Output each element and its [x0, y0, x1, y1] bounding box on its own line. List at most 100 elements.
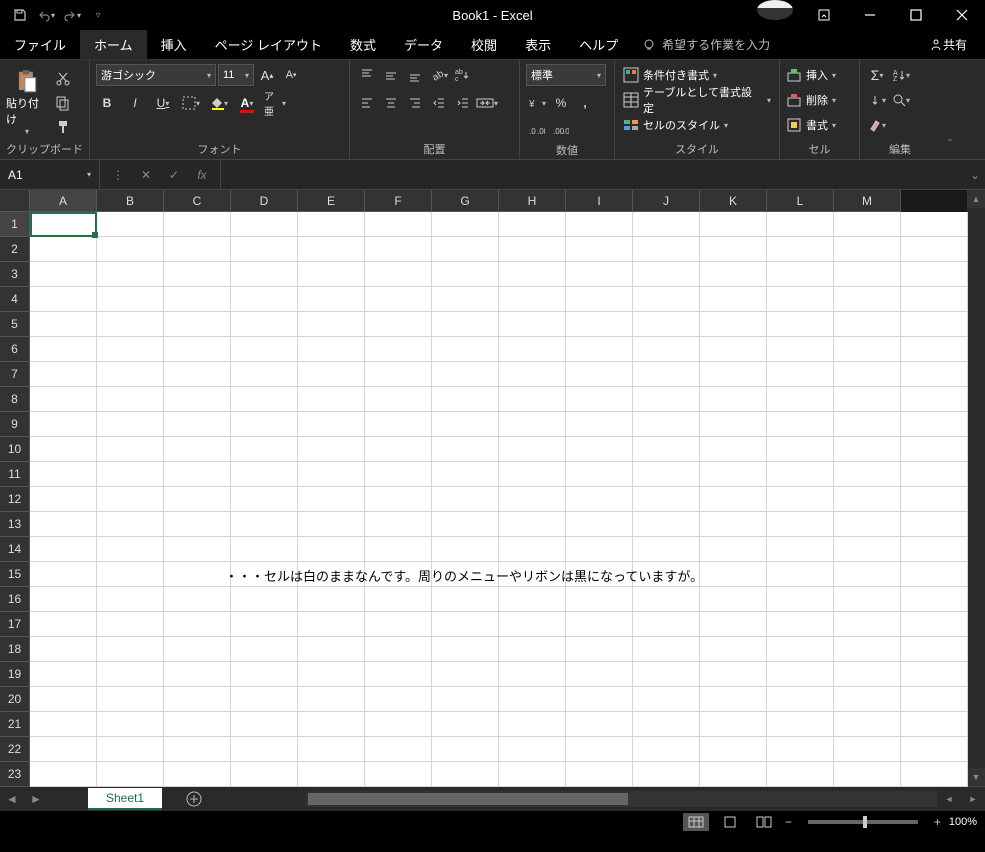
- cell[interactable]: [164, 587, 231, 612]
- zoom-in-button[interactable]: +: [934, 815, 941, 829]
- cell[interactable]: [97, 462, 164, 487]
- cell[interactable]: [834, 512, 901, 537]
- cell[interactable]: [633, 337, 700, 362]
- cell[interactable]: [700, 512, 767, 537]
- comma-icon[interactable]: ,: [574, 92, 596, 114]
- cell[interactable]: [164, 637, 231, 662]
- cell[interactable]: [432, 362, 499, 387]
- conditional-format-button[interactable]: 条件付き書式▾: [621, 64, 719, 86]
- cell[interactable]: [30, 687, 97, 712]
- cell[interactable]: [432, 737, 499, 762]
- cell[interactable]: [30, 487, 97, 512]
- cell[interactable]: [231, 412, 298, 437]
- decrease-decimal-icon[interactable]: .00.0: [550, 120, 572, 142]
- cell[interactable]: [499, 437, 566, 462]
- cell[interactable]: [901, 212, 968, 237]
- cell[interactable]: [834, 337, 901, 362]
- cell[interactable]: [700, 362, 767, 387]
- ribbon-options-icon[interactable]: [801, 0, 847, 30]
- cell[interactable]: [164, 562, 231, 587]
- cell[interactable]: [499, 537, 566, 562]
- cell[interactable]: [767, 762, 834, 787]
- cell[interactable]: [365, 412, 432, 437]
- cell[interactable]: [97, 262, 164, 287]
- cell[interactable]: [30, 587, 97, 612]
- cell[interactable]: [901, 537, 968, 562]
- cell[interactable]: [767, 712, 834, 737]
- cell-styles-button[interactable]: セルのスタイル▾: [621, 114, 730, 136]
- autosum-icon[interactable]: Σ▾: [866, 64, 888, 86]
- cell[interactable]: [566, 487, 633, 512]
- cell[interactable]: [365, 212, 432, 237]
- cell[interactable]: [901, 337, 968, 362]
- cell[interactable]: [834, 487, 901, 512]
- cell[interactable]: [700, 262, 767, 287]
- row-header[interactable]: 18: [0, 637, 30, 662]
- zoom-slider[interactable]: [808, 820, 918, 824]
- cell[interactable]: [901, 487, 968, 512]
- cell[interactable]: [566, 662, 633, 687]
- cells-container[interactable]: ・・・セルは白のままなんです。周りのメニューやリボンは黒になっていますが。: [30, 212, 967, 787]
- fill-handle[interactable]: [92, 232, 98, 238]
- row-header[interactable]: 17: [0, 612, 30, 637]
- cell[interactable]: [231, 387, 298, 412]
- cell[interactable]: [231, 687, 298, 712]
- cell[interactable]: [633, 487, 700, 512]
- cell[interactable]: [834, 412, 901, 437]
- cell[interactable]: [834, 712, 901, 737]
- cell[interactable]: [633, 387, 700, 412]
- cell[interactable]: [97, 737, 164, 762]
- paste-button[interactable]: 貼り付け ▾: [6, 66, 48, 140]
- row-header[interactable]: 21: [0, 712, 30, 737]
- cell[interactable]: [834, 362, 901, 387]
- cell[interactable]: [566, 637, 633, 662]
- row-header[interactable]: 23: [0, 762, 30, 787]
- cell[interactable]: [432, 687, 499, 712]
- delete-cells-button[interactable]: 削除▾: [786, 89, 836, 111]
- collapse-ribbon-icon[interactable]: ˆ: [940, 133, 960, 155]
- borders-icon[interactable]: ▾: [180, 92, 202, 114]
- cell[interactable]: [566, 712, 633, 737]
- macro-icon[interactable]: ⋮: [104, 161, 132, 189]
- indent-decrease-icon[interactable]: [428, 92, 450, 114]
- cell[interactable]: [834, 762, 901, 787]
- cell[interactable]: [633, 762, 700, 787]
- cell[interactable]: [767, 387, 834, 412]
- cell[interactable]: [432, 662, 499, 687]
- cell[interactable]: [566, 537, 633, 562]
- cell[interactable]: [97, 712, 164, 737]
- cell[interactable]: [30, 462, 97, 487]
- cell[interactable]: [499, 337, 566, 362]
- format-cells-button[interactable]: 書式▾: [786, 114, 836, 136]
- cell[interactable]: [164, 237, 231, 262]
- cell[interactable]: [901, 237, 968, 262]
- cell[interactable]: [164, 262, 231, 287]
- zoom-out-button[interactable]: −: [785, 815, 792, 829]
- cell[interactable]: [231, 762, 298, 787]
- align-top-icon[interactable]: [356, 64, 378, 86]
- cell[interactable]: [231, 537, 298, 562]
- cell[interactable]: [901, 762, 968, 787]
- cell[interactable]: [901, 387, 968, 412]
- cell[interactable]: [499, 262, 566, 287]
- cell[interactable]: [633, 412, 700, 437]
- share-button[interactable]: 共有: [911, 30, 985, 59]
- cell[interactable]: [97, 537, 164, 562]
- align-center-icon[interactable]: [380, 92, 402, 114]
- cell[interactable]: [30, 562, 97, 587]
- cell[interactable]: [901, 737, 968, 762]
- cell[interactable]: [365, 362, 432, 387]
- cell[interactable]: [499, 587, 566, 612]
- cell[interactable]: [97, 387, 164, 412]
- cell[interactable]: [834, 237, 901, 262]
- cell[interactable]: [97, 562, 164, 587]
- cell[interactable]: [566, 762, 633, 787]
- cell[interactable]: [499, 662, 566, 687]
- cut-icon[interactable]: [52, 68, 74, 90]
- row-header[interactable]: 11: [0, 462, 30, 487]
- cell[interactable]: [432, 512, 499, 537]
- cell[interactable]: [566, 337, 633, 362]
- select-all-corner[interactable]: [0, 190, 30, 212]
- cell[interactable]: [231, 262, 298, 287]
- clear-icon[interactable]: ▾: [866, 114, 888, 136]
